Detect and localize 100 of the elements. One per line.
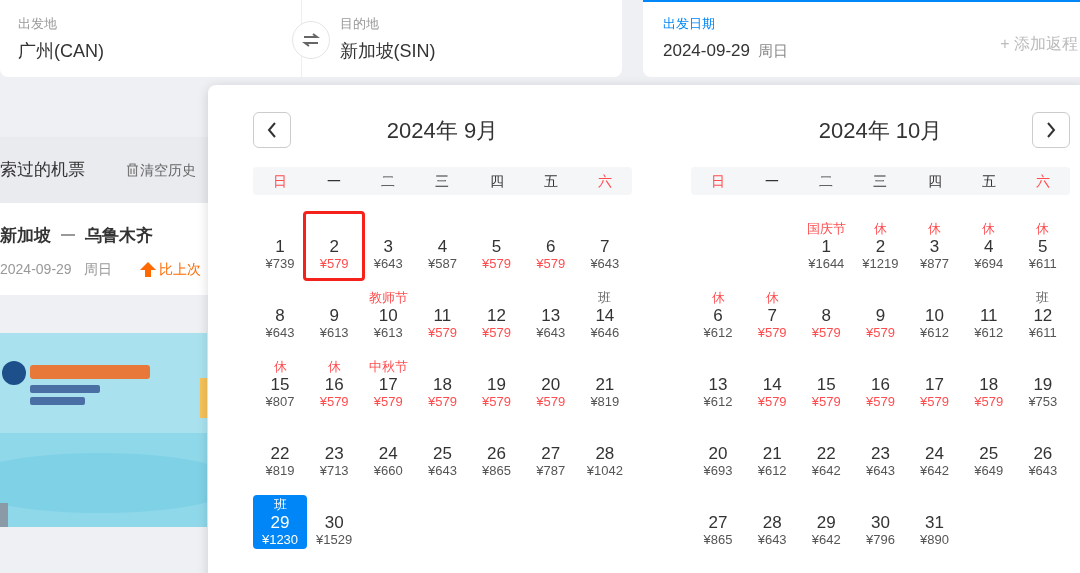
calendar-day[interactable]: 2 ¥579 [303,211,366,281]
day-price: ¥642 [811,532,841,548]
day-price: ¥643 [1028,463,1058,479]
day-price: ¥649 [974,463,1004,479]
day-price: ¥579 [757,394,787,410]
day-price: ¥643 [536,325,566,341]
weekday-text: 周日 [757,40,788,61]
day-price: ¥1219 [862,256,899,272]
day-number: 17 [378,375,398,394]
day-number: 18 [432,375,452,394]
day-number: 11 [979,306,998,325]
weekday-label: 日 [710,171,727,191]
day-tag: 休 [982,221,996,237]
day-number: 15 [816,375,836,394]
day-number: 21 [762,444,782,463]
history-date: 2024-09-29 [0,259,72,279]
day-price: ¥819 [265,463,295,479]
day-number: 23 [870,444,890,463]
day-number: 27 [708,513,728,532]
day-number: 6 [713,306,723,325]
day-number: 22 [270,444,290,463]
day-price: ¥643 [590,256,620,272]
day-tag: 教师节 [368,290,408,306]
day-price: ¥579 [865,394,895,410]
day-tag: 班 [1036,290,1050,306]
day-price: ¥579 [427,394,457,410]
day-number: 21 [595,375,615,394]
weekday-label: 四 [926,171,943,191]
day-number: 10 [925,306,944,325]
day-tag: 休 [765,290,779,306]
day-price: ¥807 [265,394,295,410]
day-number: 12 [1033,306,1053,325]
day-price: ¥613 [319,325,349,341]
trash-icon [126,163,139,177]
day-price: ¥579 [482,325,511,341]
day-price: ¥1529 [316,532,353,548]
day-number: 29 [816,513,836,532]
day-price: ¥660 [373,463,403,479]
day-price: ¥579 [373,394,403,410]
swap-button[interactable] [292,21,330,59]
day-price: ¥1042 [586,463,623,479]
day-price: ¥612 [703,394,733,410]
day-number: 26 [1033,444,1053,463]
day-price: ¥579 [482,256,511,272]
day-number: 8 [275,306,285,325]
day-number: 7 [767,306,777,325]
day-price: ¥642 [920,463,949,479]
day-price: ¥1644 [808,256,845,272]
day-number: 20 [541,375,561,394]
day-number: 29 [270,513,290,532]
day-number: 1 [275,237,285,256]
day-price: ¥579 [319,256,349,272]
origin-field[interactable]: 广州(CAN) [18,37,104,65]
day-price: ¥579 [536,394,566,410]
day-number: 11 [433,306,452,325]
day-price: ¥579 [427,325,457,341]
day-number: 16 [870,375,890,394]
day-price: ¥612 [920,325,949,341]
chevron-right-icon [1045,121,1057,139]
next-month-button[interactable] [1032,112,1070,148]
day-price: ¥643 [427,463,457,479]
day-number: 14 [595,306,615,325]
day-price: ¥579 [865,325,895,341]
day-number: 5 [491,237,502,256]
calendar-day[interactable]: 班 29 ¥1230 [253,495,307,549]
day-price: ¥579 [811,325,841,341]
day-price: ¥819 [590,394,620,410]
date-value: 2024-09-29 [663,39,750,62]
history-item[interactable]: 新加坡 乌鲁木齐 2024-09-29 周日 比上次 [0,203,208,295]
day-price: ¥753 [1028,394,1058,410]
weekday-label: 五 [980,171,997,191]
day-number: 27 [541,444,561,463]
day-price: ¥642 [811,463,841,479]
day-price: ¥739 [265,256,295,272]
day-price: ¥579 [757,325,787,341]
day-price: ¥787 [536,463,566,479]
destination-field[interactable]: 新加坡(SIN) [339,37,436,65]
day-number: 13 [541,306,561,325]
clear-history-button[interactable]: 清空历史 [126,159,196,181]
day-price: ¥890 [920,532,949,548]
day-number: 12 [487,306,506,325]
previous-month-button[interactable] [253,112,291,148]
day-number: 4 [437,237,448,256]
day-tag: 休 [928,221,942,237]
day-number: 18 [979,375,999,394]
day-price: ¥612 [703,325,733,341]
day-price: ¥694 [974,256,1004,272]
day-price: ¥579 [920,394,949,410]
day-price: ¥643 [373,256,403,272]
day-price: ¥579 [811,394,841,410]
day-number: 26 [487,444,506,463]
day-number: 4 [983,237,994,256]
day-price: ¥1230 [261,532,299,548]
date-card[interactable]: 出发日期 2024-09-29 周日 + 添加返程 [643,0,1080,77]
day-price: ¥646 [590,325,620,341]
field-label: 出发日期 [663,15,716,33]
day-number: 3 [383,237,393,256]
day-number: 30 [870,513,890,532]
day-number: 31 [925,513,944,532]
day-price: ¥587 [427,256,457,272]
